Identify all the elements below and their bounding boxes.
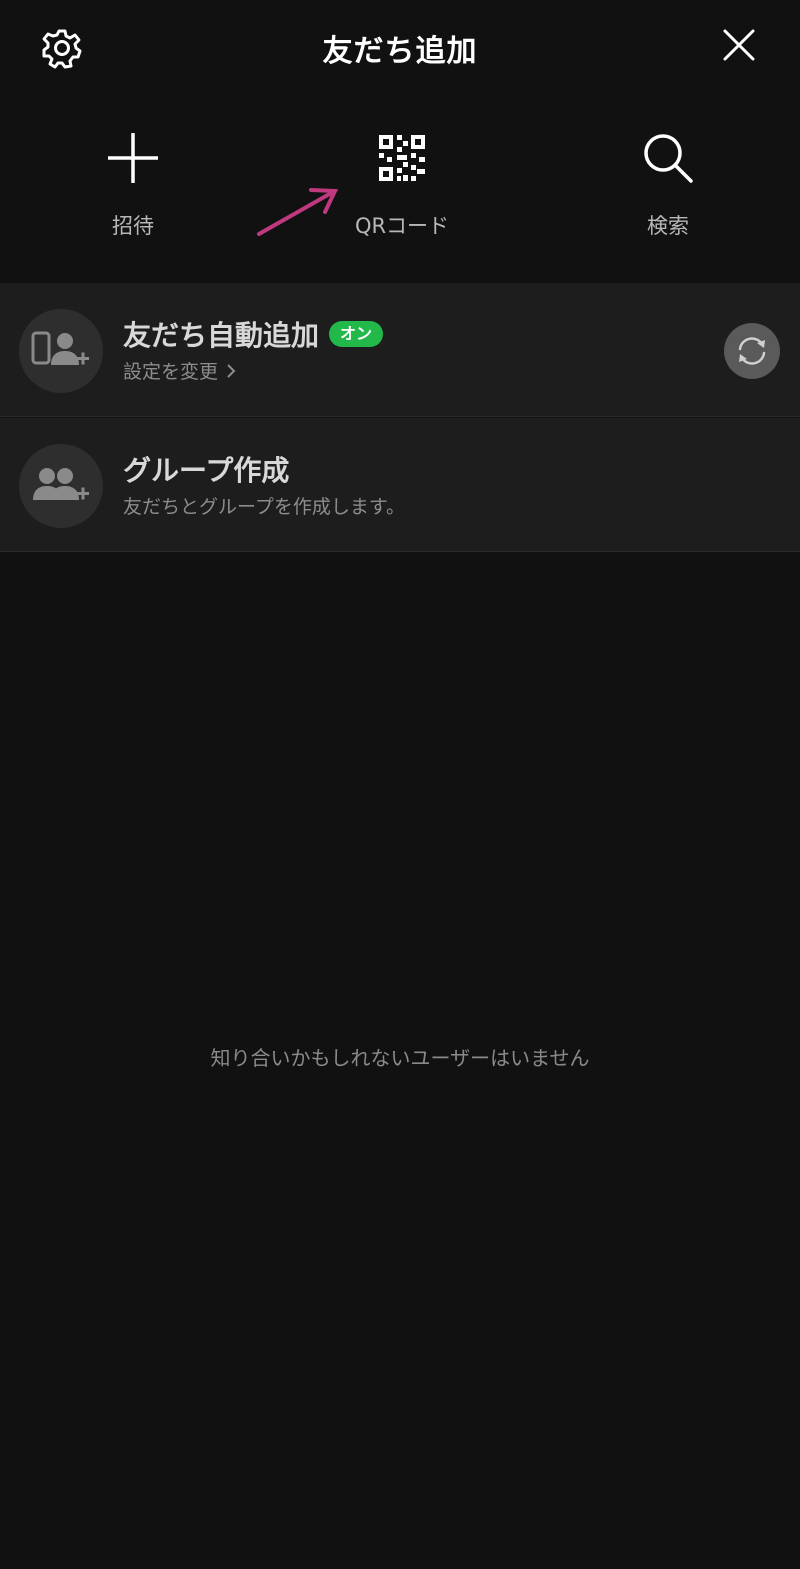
qr-code-button[interactable]: QRコード (332, 130, 472, 250)
auto-add-friends-row[interactable]: 友だち自動追加 オン 設定を変更 (0, 283, 800, 417)
create-group-title: グループ作成 (123, 454, 290, 487)
qr-code-icon (374, 130, 430, 186)
empty-recommendations-message: 知り合いかもしれないユーザーはいません (210, 1046, 590, 1070)
search-label: 検索 (647, 214, 689, 238)
auto-add-title: 友だち自動追加 (123, 319, 320, 352)
qr-code-label: QRコード (354, 214, 450, 238)
search-button[interactable]: 検索 (598, 130, 738, 250)
change-settings-label: 設定を変更 (123, 361, 219, 383)
invite-button[interactable]: 招待 (63, 130, 203, 250)
group-add-icon (19, 444, 103, 528)
refresh-icon[interactable] (724, 323, 780, 379)
chevron-right-icon (227, 363, 236, 378)
status-badge: オン (329, 321, 384, 347)
create-group-row[interactable]: グループ作成 友だちとグループを作成します。 (0, 418, 800, 552)
invite-label: 招待 (112, 214, 154, 238)
search-icon (640, 130, 696, 186)
header: 友だち追加 (0, 0, 800, 95)
auto-add-title-line: 友だち自動追加 オン (123, 314, 384, 354)
plus-icon (105, 130, 161, 186)
change-settings-link[interactable]: 設定を変更 (123, 357, 236, 384)
add-friends-screen: 友だち追加 招待 QRコード 検索 友だち自動追加 オン 設定を変更 グループ作… (0, 0, 800, 1569)
add-method-actions: 招待 QRコード 検索 (0, 130, 800, 250)
create-group-subtitle: 友だちとグループを作成します。 (123, 496, 405, 518)
page-title: 友だち追加 (322, 34, 478, 69)
phone-user-add-icon (19, 309, 103, 393)
annotation-arrow-icon (255, 184, 345, 242)
close-icon[interactable] (722, 28, 756, 62)
